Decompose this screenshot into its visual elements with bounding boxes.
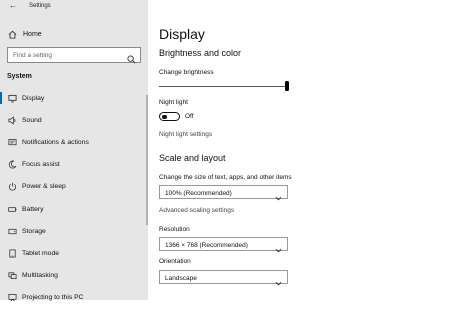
orientation-label: Orientation [159,258,191,265]
section-label-system: System [7,73,32,80]
sidebar-item-projecting[interactable]: Projecting to this PC [0,287,148,309]
sidebar-item-storage[interactable]: Storage [0,220,148,242]
home-label: Home [23,30,42,38]
speaker-icon [7,115,17,125]
sidebar-item-label: Focus assist [22,161,60,169]
sidebar-item-tablet-mode[interactable]: Tablet mode [0,242,148,264]
text-size-label: Change the size of text, apps, and other… [159,174,292,181]
search-input[interactable]: Find a setting [7,47,141,64]
chevron-down-icon [275,274,282,286]
text-size-dropdown[interactable]: 100% (Recommended) [159,185,288,201]
sidebar-item-label: Storage [22,227,46,235]
scale-layout-heading: Scale and layout [159,153,226,163]
sidebar-item-battery[interactable]: Battery [0,198,148,220]
home-icon [7,29,17,39]
dropdown-value: 1366 × 768 (Recommended) [165,241,248,249]
sidebar-item-label: Projecting to this PC [22,294,84,302]
power-icon [7,182,17,192]
night-light-label: Night light [159,99,188,106]
search-placeholder: Find a setting [13,52,53,59]
sidebar-item-focus-assist[interactable]: Focus assist [0,154,148,176]
chevron-down-icon [275,241,282,253]
sidebar-item-label: Display [22,94,45,102]
dropdown-value: 100% (Recommended) [165,189,232,197]
main-content: Display Brightness and color Change brig… [148,0,452,300]
window-title: Settings [29,3,51,9]
multitasking-icon [7,271,17,281]
brightness-heading: Brightness and color [159,48,242,58]
toggle-knob [162,114,167,119]
resolution-dropdown[interactable]: 1366 × 768 (Recommended) [159,237,288,253]
title-bar: ← Settings [0,0,148,14]
sidebar-item-label: Power & sleep [22,183,66,191]
sidebar-item-label: Battery [22,205,44,213]
brightness-slider-track[interactable] [159,85,287,87]
dropdown-value: Landscape [165,274,197,282]
brightness-slider-thumb[interactable] [285,81,289,91]
sidebar-item-label: Sound [22,116,42,124]
sidebar-item-notifications[interactable]: Notifications & actions [0,131,148,153]
night-light-state: Off [185,113,194,120]
sidebar-item-multitasking[interactable]: Multitasking [0,265,148,287]
projecting-icon [7,293,17,303]
battery-icon [7,204,17,214]
resolution-label: Resolution [159,226,190,233]
home-nav-item[interactable]: Home [7,29,42,39]
page-title: Display [159,26,205,42]
sidebar-item-power-sleep[interactable]: Power & sleep [0,176,148,198]
night-light-settings-link[interactable]: Night light settings [159,131,212,138]
storage-icon [7,226,17,236]
monitor-icon [7,93,17,103]
chevron-down-icon [275,189,282,201]
notification-icon [7,137,17,147]
sidebar-nav: Display Sound Notifications & actions Fo… [0,87,148,309]
sidebar-item-label: Notifications & actions [22,138,89,146]
sidebar-item-display[interactable]: Display [0,87,148,109]
sidebar-item-label: Tablet mode [22,249,60,257]
orientation-dropdown[interactable]: Landscape [159,270,288,286]
moon-icon [7,160,17,170]
search-icon[interactable] [127,51,136,64]
sidebar: ← Settings Home Find a setting System Di… [0,0,148,302]
sidebar-item-label: Multitasking [22,272,58,280]
brightness-slider-label: Change brightness [159,69,214,76]
sidebar-item-sound[interactable]: Sound [0,109,148,131]
night-light-toggle[interactable] [159,112,180,121]
advanced-scaling-link[interactable]: Advanced scaling settings [159,207,234,214]
back-arrow-icon[interactable]: ← [9,1,17,10]
tablet-icon [7,248,17,258]
